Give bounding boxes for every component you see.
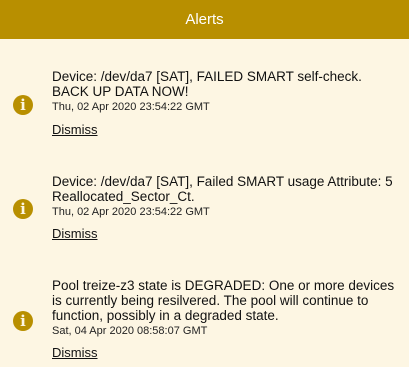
alerts-header: Alerts <box>0 0 409 39</box>
alert-message: Pool treize-z3 state is DEGRADED: One or… <box>52 278 395 323</box>
info-icon: i <box>13 95 33 115</box>
alert-timestamp: Thu, 02 Apr 2020 23:54:22 GMT <box>52 101 210 113</box>
info-icon: i <box>13 311 33 331</box>
dismiss-button[interactable]: Dismiss <box>52 226 98 241</box>
alert-message: Device: /dev/da7 [SAT], Failed SMART usa… <box>52 174 393 204</box>
dismiss-button[interactable]: Dismiss <box>52 345 98 360</box>
dismiss-button[interactable]: Dismiss <box>52 122 98 137</box>
alert-message: Device: /dev/da7 [SAT], FAILED SMART sel… <box>52 69 362 99</box>
alert-timestamp: Sat, 04 Apr 2020 08:58:07 GMT <box>52 325 208 337</box>
alert-timestamp: Thu, 02 Apr 2020 23:54:22 GMT <box>52 206 210 218</box>
info-icon: i <box>13 199 33 219</box>
page-title: Alerts <box>185 11 224 28</box>
